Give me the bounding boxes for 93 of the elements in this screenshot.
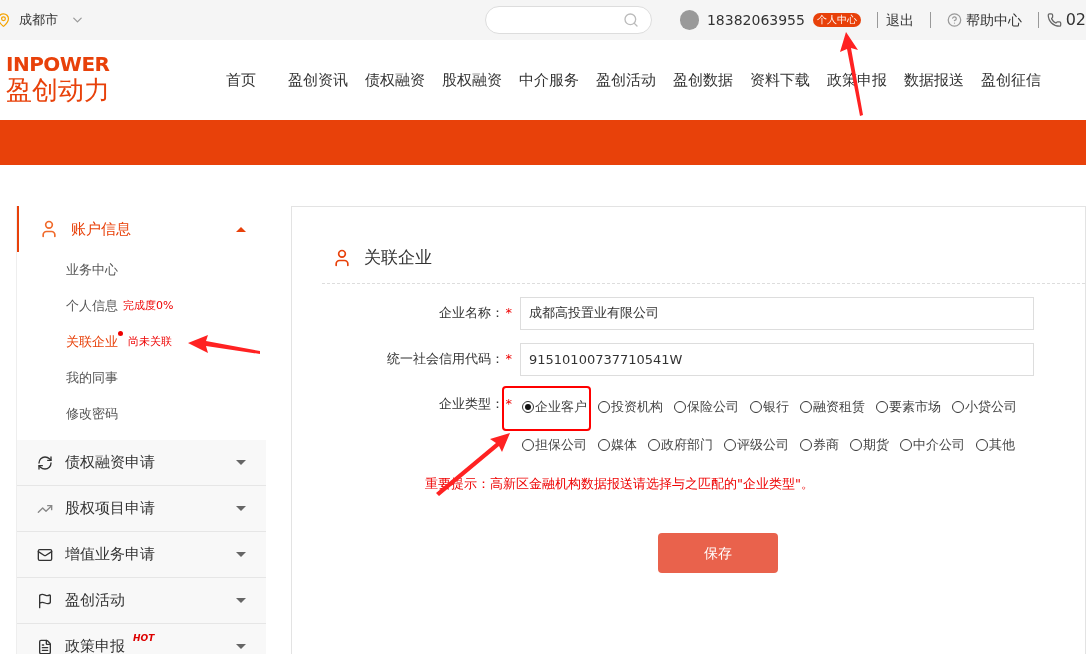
caret-down-icon [236, 598, 246, 603]
logo-wordmark: INPOWER [6, 54, 111, 74]
radio-option[interactable]: 要素市场 [876, 387, 941, 426]
text-field[interactable]: 成都高投置业有限公司 [520, 296, 1034, 330]
sidebar-section[interactable]: 股权项目申请 [17, 486, 266, 532]
section-label: 增值业务申请 [65, 544, 155, 566]
help-icon [946, 12, 962, 28]
nav-link[interactable]: 债权融资 [365, 68, 425, 92]
radio-option[interactable]: 券商 [800, 425, 839, 464]
radio-label: 银行 [763, 397, 789, 416]
nav-link[interactable]: 数据报送 [904, 68, 964, 92]
sidebar-section[interactable]: 增值业务申请 [17, 532, 266, 578]
submenu-item[interactable]: 关联企业 [66, 332, 118, 352]
section-label: 账户信息 [71, 218, 131, 240]
field-label: 企业名称： [438, 304, 504, 323]
text-field[interactable]: 91510100737710541W [520, 342, 1034, 376]
section-label: 盈创活动 [65, 590, 125, 612]
section-label: 股权项目申请 [65, 498, 155, 520]
document-icon [37, 638, 53, 654]
cycle-icon [37, 454, 53, 471]
radio-label: 评级公司 [737, 435, 789, 454]
caret-up-icon [236, 226, 246, 232]
radio-label: 其他 [989, 435, 1015, 454]
radio-option[interactable]: 投资机构 [598, 387, 663, 426]
personal-center-badge[interactable]: 个人中心 [812, 13, 861, 27]
radio-label: 媒体 [611, 435, 637, 454]
hotline-text: 02 [1065, 9, 1086, 31]
radio-option[interactable]: 期货 [850, 425, 889, 464]
nav-link[interactable]: 盈创征信 [981, 68, 1041, 92]
user-phone[interactable]: 18382063955 [706, 10, 805, 30]
radio-label: 中介公司 [913, 435, 965, 454]
avatar-icon [680, 10, 699, 30]
logo-chinese: 盈创动力 [6, 74, 111, 106]
field-label: 统一社会信用代码： [386, 350, 504, 369]
status-note: 完成度0% [123, 297, 174, 314]
caret-down-icon [236, 460, 246, 465]
radio-option[interactable]: 银行 [750, 387, 789, 426]
sidebar-section[interactable]: 政策申报 HOT [17, 624, 266, 654]
radio-option[interactable]: 小贷公司 [952, 387, 1017, 426]
radio-label: 投资机构 [611, 397, 663, 416]
radio-label: 期货 [863, 435, 889, 454]
nav-link[interactable]: 盈创资讯 [288, 68, 348, 92]
nav-link[interactable]: 股权融资 [442, 68, 502, 92]
location-pin-icon [0, 12, 11, 28]
submenu-item[interactable]: 我的同事 [66, 368, 118, 388]
user-icon [332, 247, 352, 268]
caret-down-icon [236, 506, 246, 511]
caret-down-icon [236, 552, 246, 557]
required-mark: * [505, 304, 512, 323]
sidebar-section[interactable]: 债权融资申请 [17, 440, 266, 486]
submenu-item[interactable]: 个人信息 [66, 296, 118, 316]
status-note: 尚未关联 [128, 333, 172, 350]
sidebar-section[interactable]: 盈创活动 [17, 578, 266, 624]
radio-label: 政府部门 [661, 435, 713, 454]
hot-label: HOT [133, 631, 155, 645]
radio-label: 担保公司 [535, 435, 587, 454]
radio-option[interactable]: 评级公司 [724, 425, 789, 464]
nav-link[interactable]: 中介服务 [519, 68, 579, 92]
panel-title: 关联企业 [364, 246, 432, 269]
user-icon [39, 219, 59, 239]
phone-icon [1046, 12, 1062, 28]
nav-link[interactable]: 资料下载 [750, 68, 810, 92]
required-mark: * [505, 394, 512, 413]
nav-link[interactable]: 盈创数据 [673, 68, 733, 92]
flag-icon [37, 592, 53, 609]
submenu-item[interactable]: 修改密码 [66, 404, 118, 424]
required-mark: * [505, 350, 512, 369]
section-label: 政策申报 [65, 636, 125, 654]
search-field[interactable] [484, 6, 653, 34]
help-link[interactable]: 帮助中心 [965, 10, 1022, 30]
radio-option[interactable]: 媒体 [598, 425, 637, 464]
nav-link[interactable]: 首页 [226, 68, 256, 92]
radio-label: 融资租赁 [813, 397, 865, 416]
field-label: 企业类型： [438, 394, 504, 413]
caret-down-icon [236, 644, 246, 649]
radio-label: 要素市场 [889, 397, 941, 416]
radio-label: 券商 [813, 435, 839, 454]
radio-option[interactable]: 中介公司 [900, 425, 965, 464]
nav-link[interactable]: 盈创活动 [596, 68, 656, 92]
radio-option[interactable]: 保险公司 [674, 387, 739, 426]
radio-option[interactable]: 担保公司 [522, 425, 587, 464]
envelope-icon [37, 546, 53, 563]
city-label[interactable]: 成都市 [18, 10, 58, 30]
radio-label: 小贷公司 [965, 397, 1017, 416]
submenu-item[interactable]: 业务中心 [66, 260, 118, 280]
radio-option[interactable]: 政府部门 [648, 425, 713, 464]
radio-option[interactable]: 其他 [976, 425, 1015, 464]
radio-option[interactable]: 融资租赁 [800, 387, 865, 426]
radio-label: 保险公司 [687, 397, 739, 416]
radio-option[interactable]: 企业客户 [522, 387, 587, 426]
radio-label: 企业客户 [535, 397, 587, 416]
logout-link[interactable]: 退出 [885, 10, 914, 30]
section-label: 债权融资申请 [65, 452, 155, 474]
